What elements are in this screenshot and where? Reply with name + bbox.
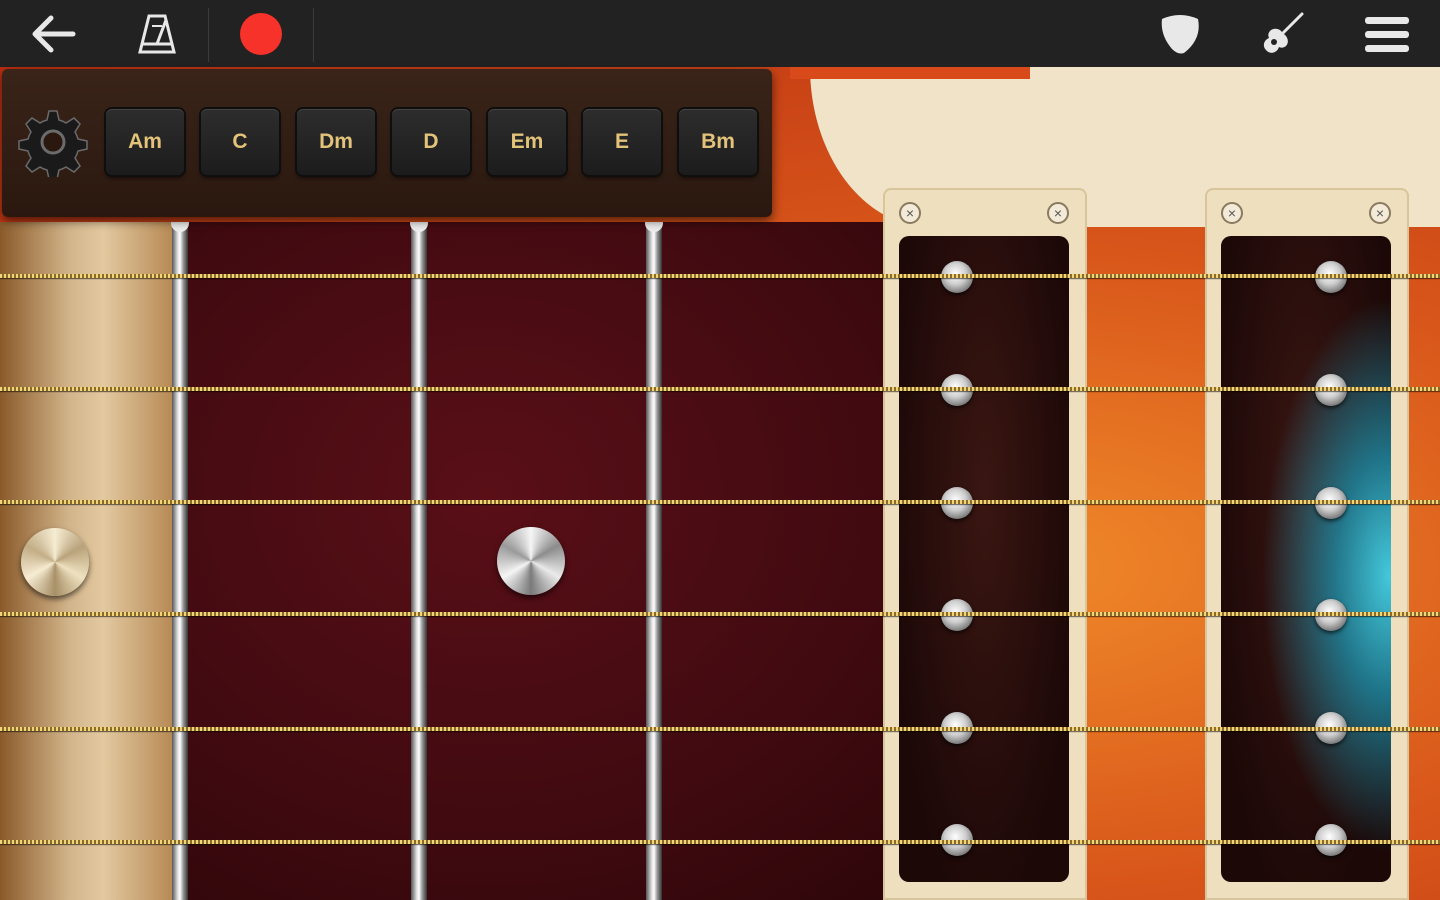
close-icon[interactable]: × — [1221, 202, 1243, 224]
chord-button-em[interactable]: Em — [488, 109, 566, 175]
fret-inlay-marker — [497, 527, 565, 595]
chord-button-dm[interactable]: Dm — [297, 109, 375, 175]
toolbar-divider — [208, 8, 209, 62]
chord-panel: Am C Dm D Em E Bm — [2, 69, 772, 217]
chord-button-e[interactable]: E — [583, 109, 661, 175]
guitar-string[interactable] — [0, 387, 1440, 391]
guitar-pick-icon[interactable] — [1150, 0, 1210, 67]
neck-pickup[interactable]: × × — [883, 188, 1087, 900]
back-arrow-icon[interactable] — [18, 0, 88, 67]
metronome-icon[interactable] — [122, 0, 192, 67]
chord-button-am[interactable]: Am — [106, 109, 184, 175]
close-icon[interactable]: × — [1369, 202, 1391, 224]
guitar-string[interactable] — [0, 612, 1440, 616]
close-icon[interactable]: × — [899, 202, 921, 224]
top-toolbar — [0, 0, 1440, 67]
guitar-string[interactable] — [0, 840, 1440, 844]
guitar-string[interactable] — [0, 274, 1440, 278]
hamburger-menu-icon[interactable] — [1356, 0, 1418, 67]
guitar-icon[interactable] — [1252, 0, 1312, 67]
fret-wire — [645, 222, 663, 900]
toolbar-divider — [313, 8, 314, 62]
pickup-cover — [899, 236, 1069, 882]
fret-wire — [171, 222, 189, 900]
chord-button-d[interactable]: D — [392, 109, 470, 175]
guitar-string[interactable] — [0, 500, 1440, 504]
record-button[interactable] — [226, 0, 296, 67]
guitar-string[interactable] — [0, 727, 1440, 731]
gear-icon[interactable] — [18, 107, 88, 180]
fret-inlay-marker — [21, 528, 89, 596]
chord-button-c[interactable]: C — [201, 109, 279, 175]
pickup-cover — [1221, 236, 1391, 882]
fret-wire — [410, 222, 428, 900]
chord-button-bm[interactable]: Bm — [679, 109, 757, 175]
close-icon[interactable]: × — [1047, 202, 1069, 224]
bridge-pickup[interactable]: × × — [1205, 188, 1409, 900]
